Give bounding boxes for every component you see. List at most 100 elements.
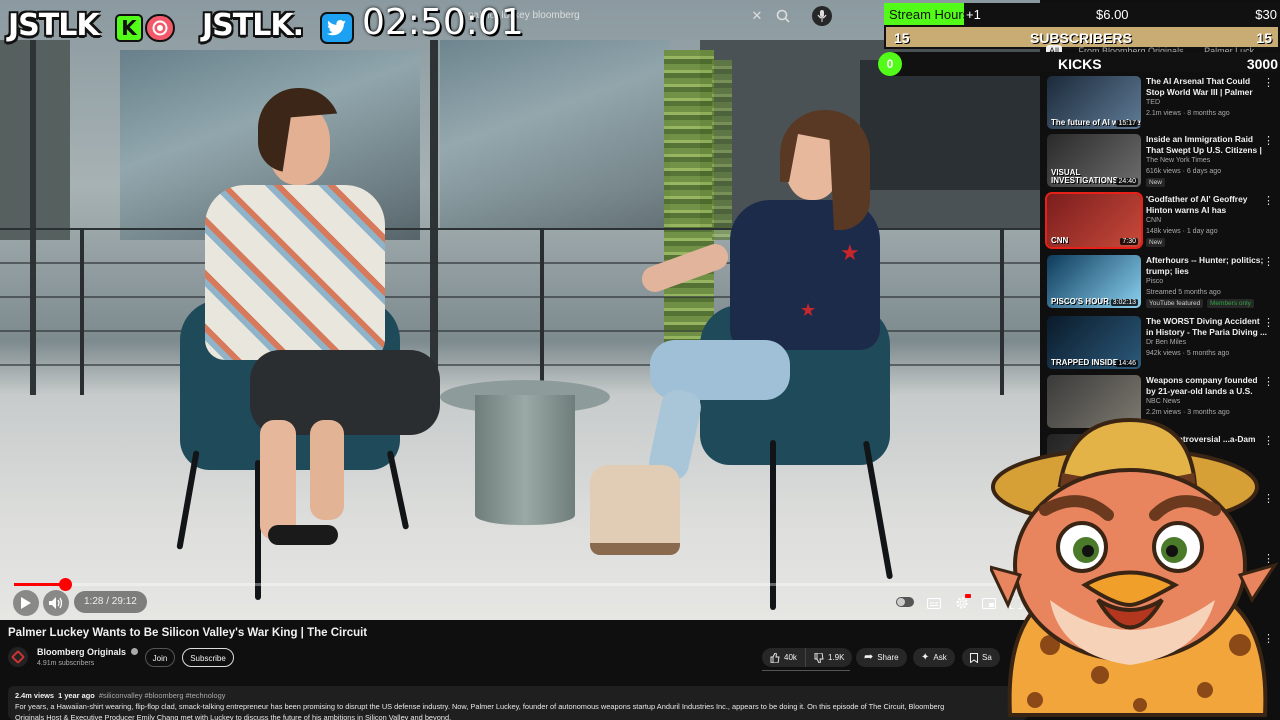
subscribers-goal: 15 — [1256, 30, 1272, 46]
recommendation-item[interactable]: PISCO'S HOUR 3:02:13 Afterhours -- Hunter;… — [1047, 255, 1280, 313]
more-options-icon[interactable]: ⋮ — [1263, 316, 1274, 329]
recommendation-channel[interactable]: The New York Times — [1146, 157, 1210, 164]
stream-hours-amount: $6.00 — [1096, 7, 1129, 22]
video-thumbnail[interactable]: VISUAL INVESTIGATIONS 24:40 — [1047, 134, 1141, 187]
subscribe-button[interactable]: Subscribe — [182, 648, 234, 667]
share-icon: ➦ — [864, 651, 874, 663]
video-thumbnail[interactable]: The future of AI warfare 15:17 — [1047, 76, 1141, 129]
view-count: 2.4m views — [15, 691, 55, 700]
recommendation-item[interactable]: VISUAL INVESTIGATIONS 24:40 Inside an Immi… — [1047, 134, 1280, 192]
recommendation-title[interactable]: Weapons company founded by 21-year-old l… — [1146, 375, 1268, 397]
video-thumbnail[interactable]: TRAPPED INSIDE 14:46 — [1047, 316, 1141, 369]
upload-age: 1 year ago — [58, 691, 95, 700]
description-meta: 2.4m views 1 year ago #siliconvalley #bl… — [15, 690, 1021, 701]
description-box[interactable]: 2.4m views 1 year ago #siliconvalley #bl… — [8, 686, 1028, 720]
stream-hours-label: Stream Hours — [889, 7, 970, 22]
hashtags[interactable]: #siliconvalley #bloomberg #technology — [99, 691, 226, 700]
channel-name-text: Bloomberg Originals — [37, 647, 127, 657]
video-duration: 15:17 — [1116, 120, 1138, 127]
play-icon[interactable] — [13, 590, 39, 616]
jstlk-logo-twitter: JSTLK. — [202, 8, 304, 43]
table-base — [475, 395, 575, 525]
bookmark-icon — [970, 652, 978, 663]
like-button[interactable]: 40k — [762, 648, 805, 667]
recommendation-channel[interactable]: TED — [1146, 99, 1160, 106]
time-display: 1:28 / 29:12 — [74, 591, 147, 613]
channel-name[interactable]: Bloomberg Originals — [37, 647, 138, 657]
like-count: 40k — [784, 653, 797, 662]
search-icon[interactable] — [774, 7, 792, 25]
video-duration: 14:46 — [1116, 360, 1138, 367]
subscribers-label: SUBSCRIBERS — [1030, 30, 1132, 46]
railing-top — [0, 228, 1040, 230]
more-options-icon[interactable]: ⋮ — [1263, 134, 1274, 147]
recommendation-title[interactable]: Inside an Immigration Raid That Swept Up… — [1146, 134, 1268, 156]
hd-badge — [965, 594, 971, 598]
stream-hours-increment: +1 — [966, 7, 981, 22]
bird-mascot-overlay — [987, 415, 1280, 720]
join-button[interactable]: Join — [145, 648, 175, 667]
recommendation-badge: New — [1146, 178, 1166, 187]
more-options-icon[interactable]: ⋮ — [1263, 375, 1274, 388]
man-leg-2 — [310, 420, 344, 520]
progress-bar[interactable] — [14, 578, 1026, 591]
dislike-button[interactable]: 1.9K — [805, 648, 853, 667]
recommendation-meta: Streamed 5 months ago — [1146, 289, 1221, 296]
recommendation-channel[interactable]: Dr Ben Miles — [1146, 339, 1186, 346]
woman-boots — [590, 465, 680, 555]
recommendation-item[interactable]: CNN 7:30 'Godfather of AI' Geoffrey Hinton… — [1045, 192, 1280, 252]
hanging-plants — [664, 50, 714, 350]
thumbnail-text: PISCO'S HOUR — [1051, 297, 1109, 306]
recommendation-channel[interactable]: Pisco — [1146, 278, 1163, 285]
share-button[interactable]: ➦ Share — [856, 648, 907, 667]
members-only-badge: Members only — [1207, 299, 1254, 308]
recommendation-title[interactable]: The AI Arsenal That Could Stop World War… — [1146, 76, 1268, 98]
dislike-count: 1.9K — [828, 653, 845, 662]
thumbnail-text: CNN — [1051, 236, 1069, 245]
ask-button[interactable]: ✦ Ask — [913, 648, 955, 667]
more-options-icon[interactable]: ⋮ — [1263, 194, 1274, 207]
recommendation-badge: New — [1146, 238, 1166, 247]
more-options-icon[interactable]: ⋮ — [1263, 255, 1274, 268]
recommendation-channel[interactable]: NBC News — [1146, 398, 1180, 405]
video-title: Palmer Luckey Wants to Be Silicon Valley… — [8, 627, 368, 639]
microphone-icon[interactable] — [812, 6, 832, 26]
settings-icon[interactable] — [949, 590, 975, 616]
railing-wire — [0, 262, 1040, 264]
video-player[interactable]: ★ ★ palmer luckey bloomberg ✕ 1:28 / 29:… — [0, 0, 1040, 620]
channel-avatar[interactable] — [8, 647, 28, 667]
railing-post — [540, 228, 544, 400]
man-leg — [260, 420, 296, 540]
recommendation-title[interactable]: 'Godfather of AI' Geoffrey Hinton warns … — [1146, 194, 1268, 216]
recommendation-badge: YouTube featured — [1146, 299, 1204, 308]
recommendation-title[interactable]: The WORST Diving Accident in History - T… — [1146, 316, 1268, 338]
recommendation-channel[interactable]: CNN — [1146, 217, 1161, 224]
railing-post — [1000, 228, 1004, 400]
jstlk-logo-kick: JSTLK — [8, 8, 100, 43]
video-thumbnail[interactable]: CNN 7:30 — [1045, 192, 1143, 249]
more-options-icon[interactable]: ⋮ — [1263, 76, 1274, 89]
volume-icon[interactable] — [43, 590, 69, 616]
clear-search-icon[interactable]: ✕ — [748, 7, 766, 25]
kicks-label: KICKS — [1058, 56, 1102, 72]
verified-icon — [130, 648, 138, 655]
kicks-goal: 3000 — [1246, 56, 1278, 72]
description-line-1: For years, a Hawaiian-shirt wearing, fli… — [15, 702, 945, 711]
channel-subscriber-count: 4.91m subscribers — [37, 660, 95, 667]
subtitles-icon[interactable] — [921, 590, 947, 616]
thumbs-down-icon — [814, 652, 824, 663]
recommendation-item[interactable]: The future of AI warfare 15:17 The AI Arse… — [1047, 76, 1280, 134]
railing-post — [80, 228, 84, 400]
bloomberg-originals-logo-icon — [10, 649, 26, 665]
autoplay-toggle[interactable] — [893, 590, 917, 614]
recommendation-item[interactable]: TRAPPED INSIDE 14:46 The WORST Diving Acci… — [1047, 316, 1280, 374]
subscribers-current: 15 — [894, 30, 910, 46]
video-thumbnail[interactable]: PISCO'S HOUR 3:02:13 — [1047, 255, 1141, 308]
stream-hours-goal: $30 — [1255, 7, 1277, 22]
column — [30, 40, 36, 400]
kick-logo-icon: K — [115, 14, 143, 42]
ask-label: Ask — [933, 653, 947, 662]
progress-scrubber[interactable] — [58, 578, 72, 591]
recommendation-title[interactable]: Afterhours -- Hunter; politics; trump; l… — [1146, 255, 1268, 277]
like-ratio-bar — [762, 670, 850, 671]
